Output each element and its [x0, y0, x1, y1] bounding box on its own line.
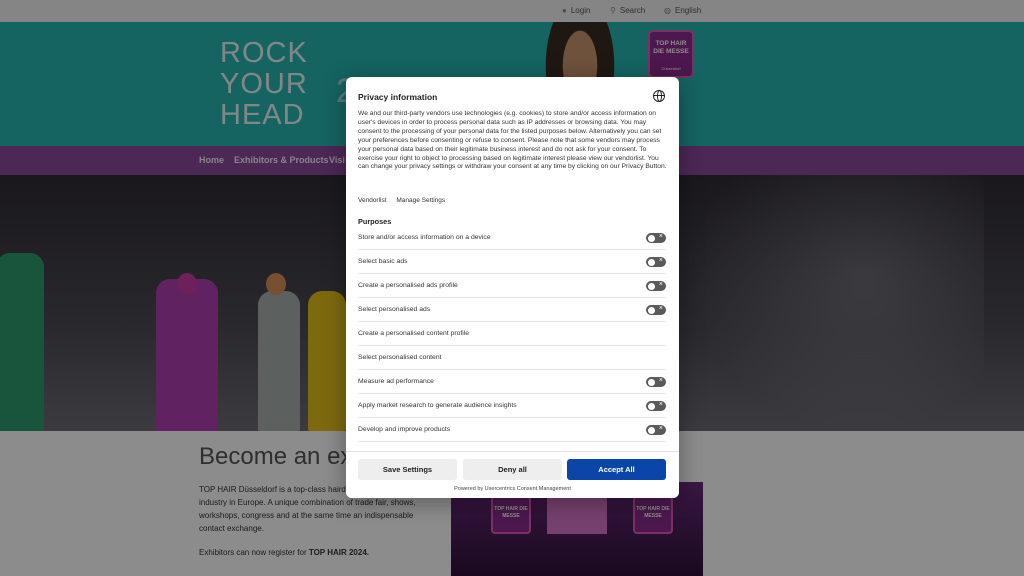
toggle-knob — [647, 378, 655, 386]
accept-all-button[interactable]: Accept All — [567, 459, 666, 480]
close-icon: × — [658, 425, 663, 432]
close-icon: × — [658, 401, 663, 408]
purpose-row: Create a personalised ads profile × — [358, 274, 666, 298]
powered-by-text[interactable]: Powered by Usercentrics Consent Manageme… — [346, 486, 679, 492]
purpose-label: Develop and improve products — [358, 426, 451, 433]
close-icon: × — [658, 281, 663, 288]
save-settings-button[interactable]: Save Settings — [358, 459, 457, 480]
purpose-label: Measure ad performance — [358, 378, 434, 385]
purpose-label: Store and/or access information on a dev… — [358, 234, 491, 241]
vendorlist-link[interactable]: Vendorlist — [358, 197, 387, 204]
language-globe-icon[interactable] — [653, 90, 665, 102]
toggle-knob — [647, 282, 655, 290]
dialog-footer: Save Settings Deny all Accept All Powere… — [346, 451, 679, 498]
purpose-row: Develop and improve products × — [358, 418, 666, 442]
purpose-row[interactable]: Create a personalised content profile — [358, 322, 666, 346]
privacy-dialog: Privacy information We and our third-par… — [346, 77, 679, 498]
purpose-label: Select personalised content — [358, 354, 442, 361]
purpose-row: Select personalised ads × — [358, 298, 666, 322]
purpose-toggle[interactable]: × — [646, 401, 666, 411]
manage-settings-link[interactable]: Manage Settings — [396, 197, 445, 204]
dialog-links: Vendorlist Manage Settings — [358, 197, 453, 204]
close-icon: × — [658, 377, 663, 384]
toggle-knob — [647, 234, 655, 242]
purpose-list: Store and/or access information on a dev… — [358, 226, 666, 442]
purpose-row: Measure ad performance × — [358, 370, 666, 394]
purpose-row[interactable]: Select personalised content — [358, 346, 666, 370]
purpose-row: Apply market research to generate audien… — [358, 394, 666, 418]
purpose-label: Select personalised ads — [358, 306, 431, 313]
purpose-toggle[interactable]: × — [646, 257, 666, 267]
purpose-label: Apply market research to generate audien… — [358, 402, 517, 409]
close-icon: × — [658, 257, 663, 264]
purpose-row: Select basic ads × — [358, 250, 666, 274]
purpose-toggle[interactable]: × — [646, 233, 666, 243]
purposes-heading: Purposes — [358, 217, 392, 226]
close-icon: × — [658, 305, 663, 312]
dialog-title: Privacy information — [358, 92, 438, 102]
purpose-label: Create a personalised content profile — [358, 330, 470, 337]
purpose-toggle[interactable]: × — [646, 377, 666, 387]
purpose-toggle[interactable]: × — [646, 425, 666, 435]
purpose-label: Select basic ads — [358, 258, 408, 265]
purpose-row: Store and/or access information on a dev… — [358, 226, 666, 250]
close-icon: × — [658, 233, 663, 240]
toggle-knob — [647, 306, 655, 314]
toggle-knob — [647, 258, 655, 266]
purpose-toggle[interactable]: × — [646, 305, 666, 315]
toggle-knob — [647, 402, 655, 410]
toggle-knob — [647, 426, 655, 434]
purpose-label: Create a personalised ads profile — [358, 282, 458, 289]
deny-all-button[interactable]: Deny all — [463, 459, 562, 480]
privacy-description: We and our third-party vendors use techn… — [358, 110, 667, 171]
purpose-toggle[interactable]: × — [646, 281, 666, 291]
